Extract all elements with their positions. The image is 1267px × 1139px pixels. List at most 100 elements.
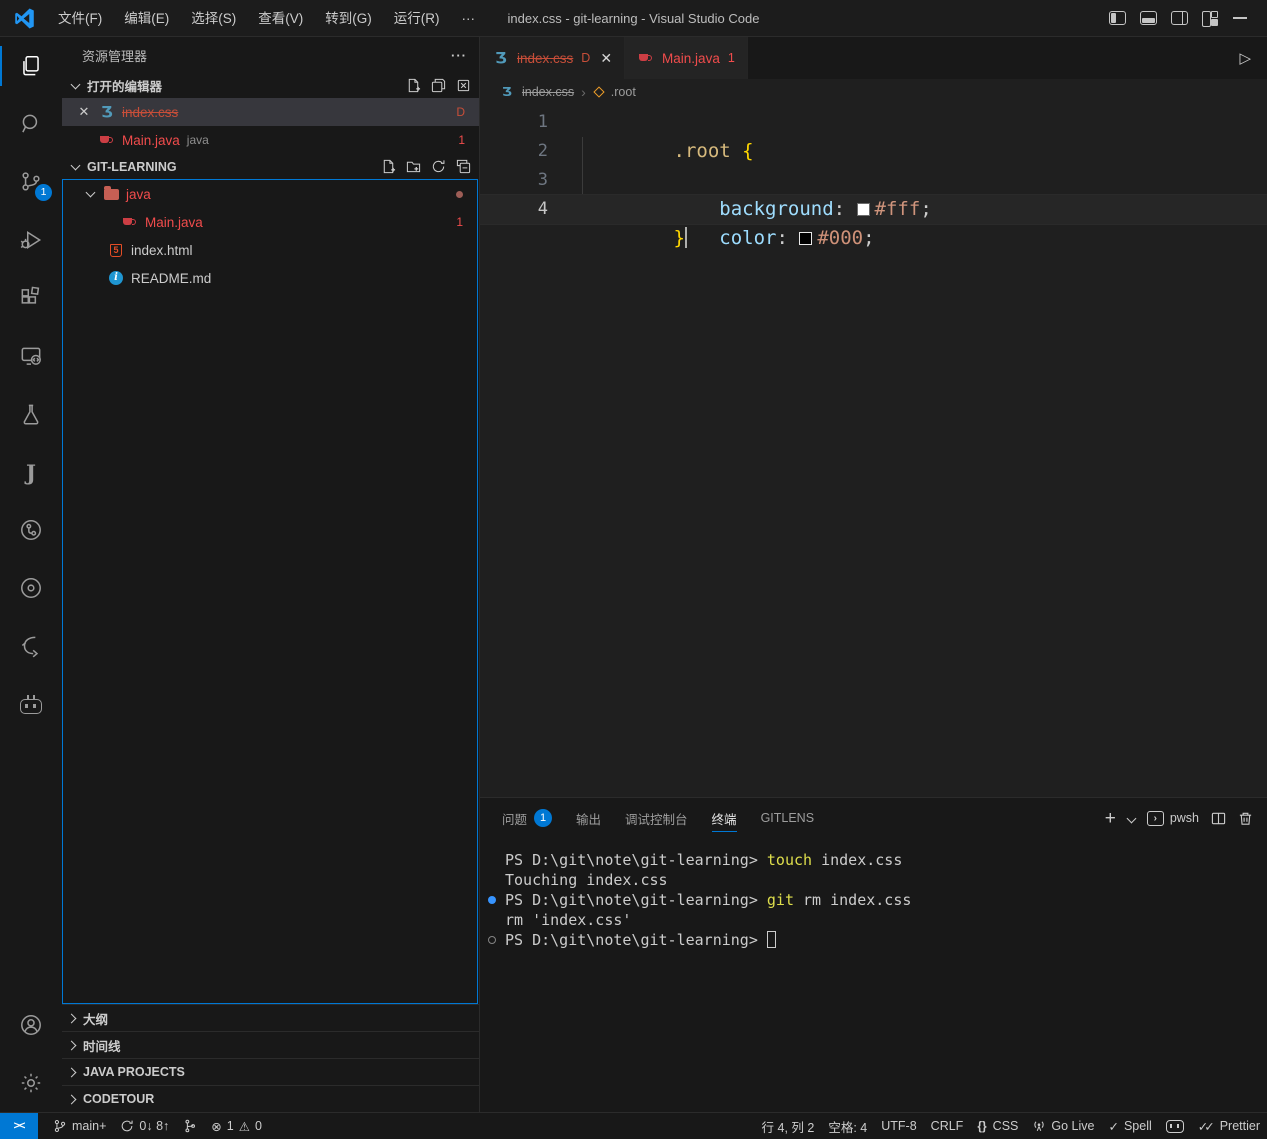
terminal-prompt-line[interactable]: PS D:\git\note\git-learning> <box>505 930 1267 950</box>
tree-item-folder-java[interactable]: java <box>63 180 477 208</box>
close-icon[interactable]: ✕ <box>76 104 92 120</box>
outline-section[interactable]: 大纲 <box>62 1004 479 1031</box>
new-folder-icon[interactable] <box>406 159 421 174</box>
sync-changes-item[interactable]: 0↓ 8↑ <box>113 1113 176 1139</box>
chevron-right-icon <box>67 1094 77 1104</box>
workspace-folder-header[interactable]: GIT-LEARNING <box>62 154 479 179</box>
css-file-icon <box>98 103 116 121</box>
toggle-sidebar-icon[interactable] <box>1109 11 1126 25</box>
source-control-graph-item[interactable] <box>176 1113 204 1139</box>
java-projects-icon[interactable]: J <box>0 443 62 501</box>
explorer-icon[interactable] <box>0 37 62 95</box>
code-line[interactable]: 3color: #000; <box>480 166 1267 195</box>
file-tree[interactable]: java Main.java 1 index.html README.md <box>62 179 478 1004</box>
tab-mainjava[interactable]: Main.java 1 <box>625 37 748 79</box>
customize-layout-icon[interactable] <box>1202 11 1219 26</box>
eol-item[interactable]: CRLF <box>924 1113 971 1139</box>
code-editor[interactable]: 1.root { 2background: #fff; 3color: #000… <box>480 105 1267 797</box>
remote-explorer-icon[interactable] <box>0 327 62 385</box>
encoding-item[interactable]: UTF-8 <box>874 1113 923 1139</box>
gitlens-icon[interactable] <box>0 501 62 559</box>
run-code-icon[interactable]: ▷ <box>1223 37 1267 79</box>
remote-indicator[interactable]: >< <box>0 1113 38 1139</box>
menu-edit[interactable]: 编辑(E) <box>113 0 180 37</box>
new-file-icon[interactable] <box>381 159 396 174</box>
line-number: 3 <box>480 166 548 195</box>
terminal-icon: › <box>1147 811 1164 826</box>
accounts-icon[interactable] <box>0 996 62 1054</box>
prettier-item[interactable]: ✓✓ Prettier <box>1191 1113 1267 1139</box>
java-projects-section[interactable]: JAVA PROJECTS <box>62 1058 479 1085</box>
terminal-output[interactable]: PS D:\git\note\git-learning> touch index… <box>480 838 1267 1112</box>
broadcast-icon <box>1032 1119 1046 1133</box>
problems-status-item[interactable]: ⊗ 1 ⚠ 0 <box>204 1113 269 1139</box>
tree-item-readme[interactable]: README.md <box>63 264 477 292</box>
timeline-section[interactable]: 时间线 <box>62 1031 479 1058</box>
menu-run[interactable]: 运行(R) <box>383 0 451 37</box>
codetour-icon[interactable] <box>0 617 62 675</box>
indentation-item[interactable]: 空格: 4 <box>821 1113 874 1139</box>
code-line-current[interactable]: 4} <box>480 195 1267 224</box>
copilot-status-item[interactable] <box>1159 1113 1191 1139</box>
panel-tab-output[interactable]: 输出 <box>576 798 601 838</box>
panel-tab-terminal[interactable]: 终端 <box>712 798 737 838</box>
toggle-secondary-sidebar-icon[interactable] <box>1171 11 1188 25</box>
problems-count-badge: 1 <box>458 133 465 147</box>
new-untitled-file-icon[interactable] <box>406 78 421 93</box>
terminal-profile-label[interactable]: pwsh <box>1170 811 1199 825</box>
search-icon[interactable] <box>0 95 62 153</box>
save-all-icon[interactable] <box>431 78 446 93</box>
breadcrumb-symbol[interactable]: .root <box>611 85 636 99</box>
chevron-down-icon <box>71 160 81 170</box>
codetour-section[interactable]: CODETOUR <box>62 1085 479 1112</box>
git-deleted-badge: D <box>456 105 465 119</box>
refresh-icon[interactable] <box>431 159 446 174</box>
menu-file[interactable]: 文件(F) <box>47 0 113 37</box>
tree-item-mainjava[interactable]: Main.java 1 <box>63 208 477 236</box>
kill-terminal-trash-icon[interactable] <box>1238 811 1253 826</box>
language-mode-item[interactable]: {} CSS <box>970 1113 1025 1139</box>
panel-tab-gitlens[interactable]: GITLENS <box>761 798 815 838</box>
terminal-line: PS D:\git\note\git-learning> touch index… <box>505 850 1267 870</box>
menu-more[interactable]: ··· <box>451 0 487 37</box>
open-editor-item-mainjava[interactable]: Main.java java 1 <box>62 126 479 154</box>
spell-checker-item[interactable]: ✓ Spell <box>1101 1113 1158 1139</box>
code-line[interactable]: 1.root { <box>480 108 1267 137</box>
explorer-more-actions-icon[interactable]: ··· <box>451 48 467 63</box>
source-control-icon[interactable]: 1 <box>0 153 62 211</box>
color-swatch-black[interactable] <box>799 232 812 245</box>
go-live-item[interactable]: Go Live <box>1025 1113 1101 1139</box>
testing-icon[interactable] <box>0 385 62 443</box>
close-icon[interactable]: ✕ <box>600 50 612 67</box>
code-line[interactable]: 2background: #fff; <box>480 137 1267 166</box>
modified-dot-badge <box>456 187 463 201</box>
command-decoration-icon[interactable] <box>488 896 496 904</box>
open-editors-header[interactable]: 打开的编辑器 <box>62 73 479 98</box>
menu-view[interactable]: 查看(V) <box>247 0 314 37</box>
extensions-icon[interactable] <box>0 269 62 327</box>
copilot-icon[interactable] <box>0 675 62 733</box>
panel-tab-debug-console[interactable]: 调试控制台 <box>625 798 688 838</box>
close-all-editors-icon[interactable] <box>456 78 471 93</box>
cursor-position-item[interactable]: 行 4, 列 2 <box>755 1113 822 1139</box>
menu-goto[interactable]: 转到(G) <box>314 0 383 37</box>
toggle-panel-icon[interactable] <box>1140 11 1157 25</box>
collapse-folders-icon[interactable] <box>456 159 471 174</box>
new-terminal-icon[interactable]: + <box>1105 809 1116 828</box>
gitlens-inspect-icon[interactable] <box>0 559 62 617</box>
tab-label: index.css <box>517 51 573 66</box>
open-editor-item-indexcss[interactable]: ✕ index.css D <box>62 98 479 126</box>
tree-item-indexhtml[interactable]: index.html <box>63 236 477 264</box>
split-terminal-icon[interactable] <box>1211 811 1226 826</box>
breadcrumb-file[interactable]: index.css <box>522 85 574 99</box>
settings-gear-icon[interactable] <box>0 1054 62 1112</box>
panel-tab-problems[interactable]: 问题 1 <box>502 798 552 838</box>
tab-indexcss[interactable]: index.css D ✕ <box>480 37 625 79</box>
check-icon: ✓ <box>1108 1119 1118 1134</box>
terminal-profile-dropdown-icon[interactable] <box>1126 813 1136 823</box>
git-branch-item[interactable]: main+ <box>46 1113 113 1139</box>
minimize-icon[interactable] <box>1233 17 1247 19</box>
brace-token: } <box>674 227 685 249</box>
menu-selection[interactable]: 选择(S) <box>180 0 247 37</box>
run-debug-icon[interactable] <box>0 211 62 269</box>
